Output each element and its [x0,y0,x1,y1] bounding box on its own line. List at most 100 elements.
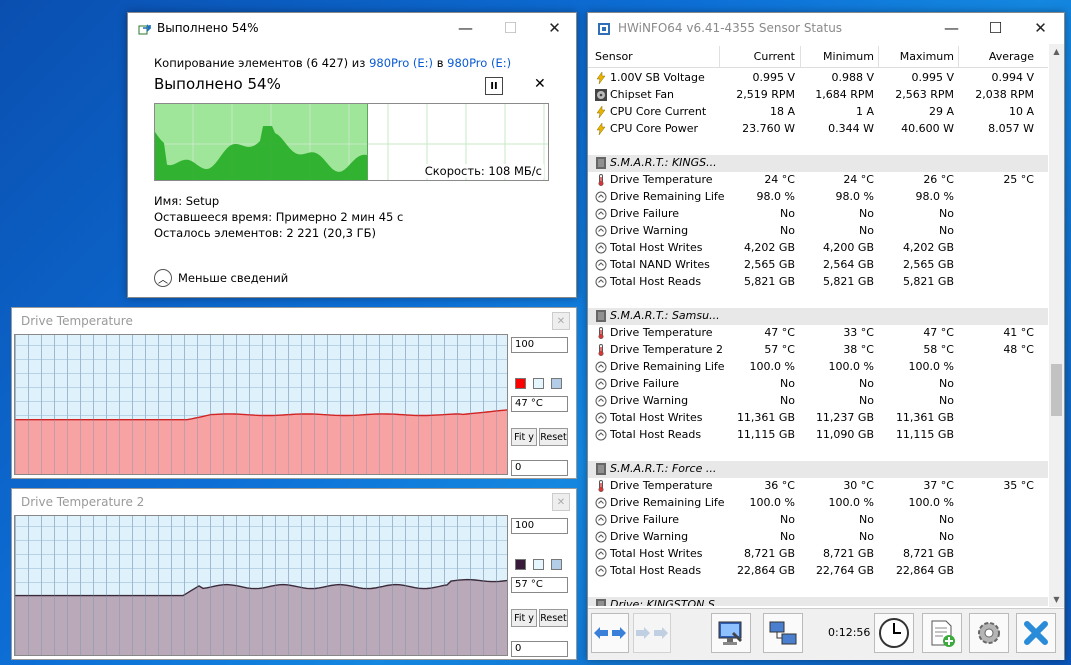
color-swatch-grid[interactable] [551,378,562,389]
sensor-row-chipset-fan[interactable]: Chipset Fan 2,519 RPM 1,684 RPM 2,563 RPM 2,… [588,87,1048,104]
maximum-value: No [939,224,954,237]
sensor-row-drive-temperature[interactable]: Drive Temperature 24 °C 24 °C 26 °C 25 °C [588,172,1048,189]
hwinfo-sensor-window[interactable]: HWiNFO64 v6.41-4355 Sensor Status — ☐ ✕ … [587,12,1065,660]
graph-max-field[interactable]: 100 [511,518,568,534]
status-circle-icon [595,378,607,390]
close-window-button[interactable]: ✕ [532,13,577,43]
reset-button[interactable]: Reset [539,428,568,446]
copy-progress-window[interactable]: Выполнено 54% — ☐ ✕ Копирование элементо… [127,12,577,298]
sensor-row-total-host-writes[interactable]: Total Host Writes 4,202 GB 4,200 GB 4,202 G… [588,240,1048,257]
sensor-group-name: S.M.A.R.T.: KINGS... [610,156,717,169]
color-swatch-dark[interactable] [515,559,526,570]
column-maximum[interactable]: Maximum [879,50,954,63]
cancel-copy-button[interactable]: ✕ [534,76,546,92]
sensor-group-header[interactable]: S.M.A.R.T.: Samsu... [588,308,1048,325]
close-icon[interactable]: ✕ [552,312,570,330]
destination-link[interactable]: 980Pro (E:) [447,56,511,70]
color-swatch-background[interactable] [533,378,544,389]
current-value: No [780,224,795,237]
graph-plot-area [14,334,508,475]
title-bar[interactable]: Выполнено 54% — ☐ ✕ [128,13,576,45]
reset-button[interactable]: Reset [539,609,568,627]
graph-min-field[interactable]: 0 [511,641,568,657]
vertical-scrollbar[interactable]: ▲ ▼ [1049,44,1064,607]
navigate-arrows-button[interactable] [591,613,629,653]
scroll-up-icon[interactable]: ▲ [1049,44,1064,59]
column-current[interactable]: Current [720,50,795,63]
drive-icon [595,599,607,606]
graph-max-field[interactable]: 100 [511,337,568,353]
navigate-arrows-disabled-button[interactable] [633,613,671,653]
sensor-row-drive-remaining-life[interactable]: Drive Remaining Life 100.0 % 100.0 % 100.0 … [588,495,1048,512]
settings-button[interactable] [969,613,1009,653]
network-button[interactable] [763,613,803,653]
column-sensor[interactable]: Sensor [595,50,633,63]
close-window-button[interactable]: ✕ [1018,13,1063,43]
sensor-group-header[interactable]: S.M.A.R.T.: KINGS... [588,155,1048,172]
scroll-thumb[interactable] [1051,364,1062,416]
drive-temperature-2-graph-window[interactable]: Drive Temperature 2 ✕ 100 57 °C Fit y Re… [11,488,577,660]
sensor-row-drive-failure[interactable]: Drive Failure No No No [588,376,1048,393]
pause-button[interactable]: II [485,77,503,95]
current-value: 100.0 % [749,360,795,373]
add-report-button[interactable] [922,613,962,653]
sensor-row-cpu-core-current[interactable]: CPU Core Current 18 A 1 A 29 A 10 A [588,104,1048,121]
hwinfo-logo-icon [598,23,610,35]
sensor-group-header[interactable]: Drive: KINGSTON S... [588,597,1048,606]
sensor-row-drive-failure[interactable]: Drive Failure No No No [588,512,1048,529]
current-value: 24 °C [764,173,795,186]
color-swatch-grid[interactable] [551,559,562,570]
column-minimum[interactable]: Minimum [801,50,874,63]
less-details-toggle[interactable]: ︿ Меньше сведений [154,269,288,287]
title-bar[interactable]: HWiNFO64 v6.41-4355 Sensor Status — ☐ ✕ [588,13,1064,44]
sensor-row-drive-failure[interactable]: Drive Failure No No No [588,206,1048,223]
monitor-button[interactable] [711,613,751,653]
sensor-name: Total Host Reads [610,275,702,288]
clock-button[interactable] [874,613,914,653]
sensor-row-cpu-core-power[interactable]: CPU Core Power 23.760 W 0.344 W 40.600 W 8.0… [588,121,1048,138]
sensor-row-1-00v-sb-voltage[interactable]: 1.00V SB Voltage 0.995 V 0.988 V 0.995 V 0.9… [588,70,1048,87]
sensor-row-drive-warning[interactable]: Drive Warning No No No [588,529,1048,546]
sensor-row-drive-remaining-life[interactable]: Drive Remaining Life 100.0 % 100.0 % 100.0 … [588,359,1048,376]
sensor-row-drive-warning[interactable]: Drive Warning No No No [588,223,1048,240]
minimize-button[interactable]: — [929,13,974,43]
sensor-name: Total Host Writes [610,547,703,560]
color-swatch-red[interactable] [515,378,526,389]
fit-y-button[interactable]: Fit y [511,428,537,446]
minimum-value: No [859,394,874,407]
sensor-row-drive-remaining-life[interactable]: Drive Remaining Life 98.0 % 98.0 % 98.0 % [588,189,1048,206]
minimize-button[interactable]: — [443,13,488,43]
average-value: 48 °C [1003,343,1034,356]
current-value: 36 °C [764,479,795,492]
current-value: 22,864 GB [736,564,795,577]
average-value: 25 °C [1003,173,1034,186]
minimum-value: 5,821 GB [822,275,874,288]
sensor-row-total-host-reads[interactable]: Total Host Reads 5,821 GB 5,821 GB 5,821 GB [588,274,1048,291]
column-average[interactable]: Average [959,50,1034,63]
sensor-row-total-host-reads[interactable]: Total Host Reads 22,864 GB 22,764 GB 22,864… [588,563,1048,580]
sensor-row-drive-temperature[interactable]: Drive Temperature 36 °C 30 °C 37 °C 35 °C [588,478,1048,495]
thermometer-icon [595,344,607,357]
color-swatch-background[interactable] [533,559,544,570]
sensor-row-total-host-reads[interactable]: Total Host Reads 11,115 GB 11,090 GB 11,115… [588,427,1048,444]
sensor-name: Drive Temperature [610,479,713,492]
group-header-fill [720,308,1048,325]
close-icon[interactable]: ✕ [552,493,570,511]
close-hwinfo-button[interactable] [1016,613,1056,653]
average-value: 10 A [1008,105,1034,118]
fit-y-button[interactable]: Fit y [511,609,537,627]
maximum-value: 5,821 GB [902,275,954,288]
sensor-row-total-host-writes[interactable]: Total Host Writes 11,361 GB 11,237 GB 11,36… [588,410,1048,427]
graph-min-field[interactable]: 0 [511,460,568,476]
sensor-row-total-host-writes[interactable]: Total Host Writes 8,721 GB 8,721 GB 8,721 G… [588,546,1048,563]
sensor-name: Drive Temperature [610,326,713,339]
source-link[interactable]: 980Pro (E:) [369,56,433,70]
sensor-row-drive-temperature[interactable]: Drive Temperature 47 °C 33 °C 47 °C 41 °C [588,325,1048,342]
drive-temperature-graph-window[interactable]: Drive Temperature ✕ 100 47 °C Fit y Rese… [11,307,577,479]
sensor-group-header[interactable]: S.M.A.R.T.: Force ... [588,461,1048,478]
maximize-button[interactable]: ☐ [973,13,1018,43]
sensor-row-drive-temperature-2[interactable]: Drive Temperature 2 57 °C 38 °C 58 °C 48 °C [588,342,1048,359]
sensor-row-total-nand-writes[interactable]: Total NAND Writes 2,565 GB 2,564 GB 2,565 G… [588,257,1048,274]
sensor-row-drive-warning[interactable]: Drive Warning No No No [588,393,1048,410]
scroll-down-icon[interactable]: ▼ [1049,592,1064,607]
